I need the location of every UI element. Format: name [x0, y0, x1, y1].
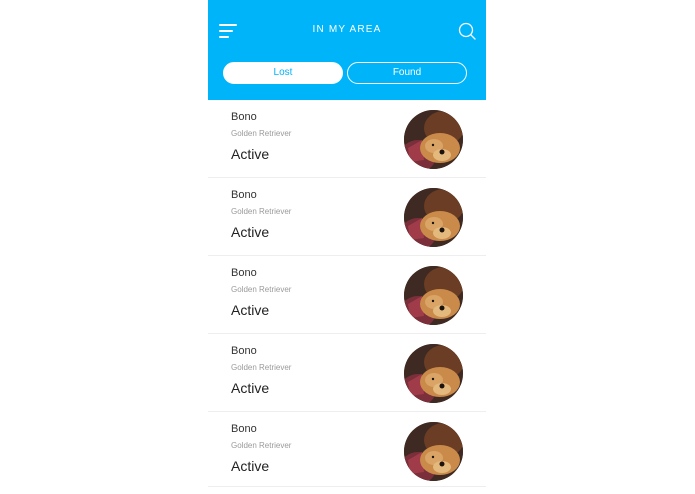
avatar: [404, 266, 463, 325]
avatar: [404, 344, 463, 403]
pet-name: Bono: [231, 345, 257, 357]
header-bar: IN MY AREA Lost Found: [208, 0, 486, 100]
page-title: IN MY AREA: [312, 24, 382, 35]
pet-status: Active: [231, 302, 270, 318]
list-item[interactable]: Bono Golden Retriever Active: [208, 256, 486, 334]
list-item[interactable]: Bono Golden Retriever Active: [208, 412, 486, 487]
list-item[interactable]: Bono Golden Retriever Active: [208, 178, 486, 256]
pet-breed: Golden Retriever: [231, 285, 292, 294]
pet-breed: Golden Retriever: [231, 129, 292, 138]
list-item[interactable]: Bono Golden Retriever Active: [208, 100, 486, 178]
avatar: [404, 422, 463, 481]
tab-found[interactable]: Found: [347, 62, 467, 84]
pet-name: Bono: [231, 267, 257, 279]
pet-name: Bono: [231, 189, 257, 201]
pet-status: Active: [231, 146, 270, 162]
pet-breed: Golden Retriever: [231, 441, 292, 450]
pet-breed: Golden Retriever: [231, 363, 292, 372]
pet-status: Active: [231, 380, 270, 396]
pet-breed: Golden Retriever: [231, 207, 292, 216]
avatar: [404, 188, 463, 247]
app-screen: IN MY AREA Lost Found Bono Golden Retrie…: [208, 0, 486, 494]
pet-status: Active: [231, 224, 270, 240]
pet-status: Active: [231, 458, 270, 474]
avatar: [404, 110, 463, 169]
list-item[interactable]: Bono Golden Retriever Active: [208, 334, 486, 412]
pet-name: Bono: [231, 423, 257, 435]
tab-lost[interactable]: Lost: [223, 62, 343, 84]
pet-name: Bono: [231, 111, 257, 123]
pet-list: Bono Golden Retriever Active Bono Golden…: [208, 100, 486, 487]
search-icon[interactable]: [457, 21, 477, 41]
